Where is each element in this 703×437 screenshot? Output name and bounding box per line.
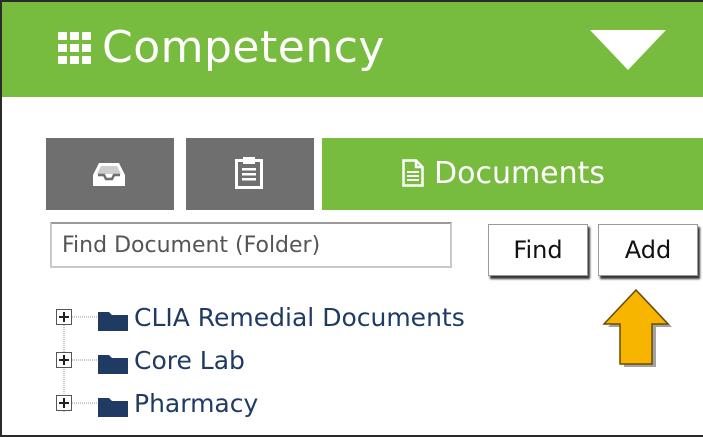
find-button[interactable]: Find	[488, 224, 588, 276]
document-icon	[402, 159, 424, 187]
tab-documents-label: Documents	[434, 156, 606, 191]
plus-box-icon[interactable]	[56, 352, 72, 368]
grid-icon[interactable]	[58, 32, 92, 64]
clipboard-icon	[235, 157, 263, 189]
tab-documents[interactable]: Documents	[322, 138, 703, 210]
plus-box-icon[interactable]	[56, 309, 72, 325]
app-title: Competency	[102, 22, 385, 73]
app-header: Competency	[2, 2, 703, 97]
tab-inbox[interactable]	[46, 138, 174, 210]
find-document-input[interactable]	[50, 222, 452, 268]
folder-icon	[98, 398, 128, 417]
tree-item-label: CLIA Remedial Documents	[134, 303, 465, 332]
plus-box-icon[interactable]	[56, 395, 72, 411]
inbox-tray-icon	[93, 163, 125, 186]
tab-clipboard[interactable]	[186, 138, 314, 210]
app-frame: Competency Documents Find Document (Fold…	[0, 0, 703, 437]
tree-item-label: Core Lab	[134, 346, 245, 375]
arrow-up-icon	[602, 289, 672, 367]
tree-item-label: Pharmacy	[134, 389, 259, 418]
folder-icon	[98, 355, 128, 374]
tab-bar: Documents	[46, 138, 703, 210]
folder-icon	[98, 312, 128, 331]
add-button[interactable]: Add	[598, 224, 698, 276]
triangle-down-icon[interactable]	[590, 30, 666, 70]
